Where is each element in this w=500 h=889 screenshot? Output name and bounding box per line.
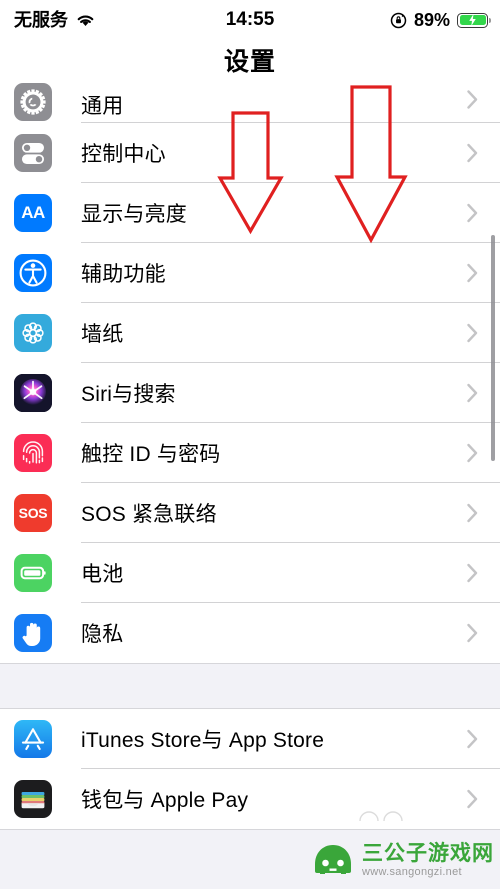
settings-row-label: 墙纸	[81, 323, 124, 346]
settings-row-label: Siri与搜索	[81, 383, 176, 406]
wallet-icon	[14, 780, 52, 818]
settings-row-label: 通用	[81, 95, 124, 118]
settings-row-label: 电池	[81, 563, 124, 586]
settings-row-label: 隐私	[81, 623, 124, 646]
rotation-lock-icon	[390, 12, 407, 29]
chevron-right-icon	[467, 143, 478, 163]
settings-row-label: 显示与亮度	[81, 203, 187, 226]
settings-row-wallet-apple-pay[interactable]: 钱包与 Apple Pay	[0, 769, 500, 829]
aa-glyph: AA	[21, 203, 45, 222]
chevron-right-icon	[467, 789, 478, 809]
battery-percent-label: 89%	[413, 9, 450, 30]
chevron-right-icon	[467, 563, 478, 583]
settings-row-itunes-app-store[interactable]: iTunes Store与 App Store	[0, 709, 500, 769]
chevron-right-icon	[467, 203, 478, 223]
chevron-right-icon	[467, 383, 478, 403]
sos-glyph: SOS	[18, 505, 48, 521]
settings-row-battery[interactable]: 电池	[0, 543, 500, 603]
settings-row-label: iTunes Store与 App Store	[81, 729, 325, 752]
app-store-icon	[14, 720, 52, 758]
settings-group-2: iTunes Store与 App Store 钱包与 Apple Pay	[0, 709, 500, 829]
settings-list[interactable]: 通用 控制中心 AA 显示与亮度 辅助功能 墙纸 Siri与搜索 触控 ID 与…	[0, 80, 500, 889]
vertical-scrollbar[interactable]	[491, 235, 495, 461]
watermark-dots	[359, 811, 403, 822]
touch-id-icon	[14, 434, 52, 472]
settings-row-label: 触控 ID 与密码	[81, 443, 221, 466]
watermark-logo-icon	[315, 845, 351, 874]
settings-row-accessibility[interactable]: 辅助功能	[0, 243, 500, 303]
navigation-bar: 设置	[0, 40, 500, 80]
settings-row-control-center[interactable]: 控制中心	[0, 123, 500, 183]
settings-row-label: SOS 紧急联络	[81, 503, 217, 526]
status-bar: 无服务 14:55 89%	[0, 0, 500, 40]
watermark-site-name: 三公子游戏网	[362, 842, 494, 866]
settings-row-label: 钱包与 Apple Pay	[81, 789, 249, 812]
settings-group-1: 通用 控制中心 AA 显示与亮度 辅助功能 墙纸 Siri与搜索 触控 ID 与…	[0, 80, 500, 663]
clock-label: 14:55	[225, 9, 275, 30]
settings-row-general[interactable]: 通用	[0, 80, 500, 123]
accessibility-icon	[14, 254, 52, 292]
settings-row-privacy[interactable]: 隐私	[0, 603, 500, 663]
chevron-right-icon	[467, 90, 478, 109]
chevron-right-icon	[467, 503, 478, 523]
settings-row-sos[interactable]: SOS SOS 紧急联络	[0, 483, 500, 543]
settings-row-siri-search[interactable]: Siri与搜索	[0, 363, 500, 423]
watermark-texts: 三公子游戏网 www.sangongzi.net	[362, 842, 494, 879]
control-center-icon	[14, 134, 52, 172]
group-separator	[0, 663, 500, 709]
settings-row-label: 辅助功能	[81, 263, 166, 286]
watermark-url: www.sangongzi.net	[362, 866, 462, 879]
settings-row-label: 控制中心	[81, 143, 166, 166]
status-bar-right: 89%	[390, 0, 491, 40]
sos-icon: SOS	[14, 494, 52, 532]
wallpaper-icon	[14, 314, 52, 352]
site-watermark: 三公子游戏网 www.sangongzi.net	[311, 839, 494, 883]
battery-charging-icon	[457, 12, 491, 28]
iphone-settings-screen: 无服务 14:55 89% 设置 通用 控制中心 AA 显示与亮度 辅助功能 墙…	[0, 0, 500, 889]
chevron-right-icon	[467, 443, 478, 463]
display-brightness-icon: AA	[14, 194, 52, 232]
settings-row-wallpaper[interactable]: 墙纸	[0, 303, 500, 363]
chevron-right-icon	[467, 729, 478, 749]
gear-icon	[14, 83, 52, 121]
battery-icon	[14, 554, 52, 592]
siri-icon	[14, 374, 52, 412]
chevron-right-icon	[467, 323, 478, 343]
chevron-right-icon	[467, 263, 478, 283]
settings-row-touch-id-passcode[interactable]: 触控 ID 与密码	[0, 423, 500, 483]
page-title: 设置	[223, 48, 276, 76]
privacy-hand-icon	[14, 614, 52, 652]
settings-row-display-brightness[interactable]: AA 显示与亮度	[0, 183, 500, 243]
chevron-right-icon	[467, 623, 478, 643]
